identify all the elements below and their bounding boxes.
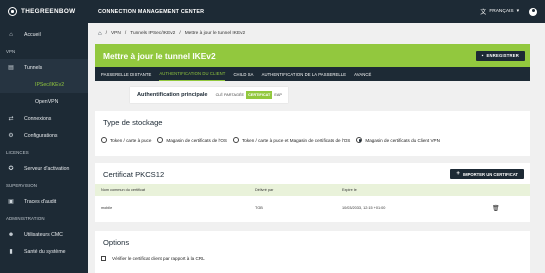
import-certificate-button[interactable]: + IMPORTER UN CERTIFICAT bbox=[450, 169, 524, 179]
sidebar-item-label: Utilisateurs CMC bbox=[24, 231, 63, 238]
home-icon: ⌂ bbox=[9, 31, 13, 38]
column-header-issuer[interactable]: Délivré par bbox=[255, 188, 273, 192]
crl-checkbox-label: Vérifier le certificat client par rappor… bbox=[112, 256, 205, 261]
server-icon: ✪ bbox=[8, 166, 14, 172]
cell-expires: 10/03/2033, 12:15 +01:00 bbox=[342, 206, 386, 210]
radio-icon bbox=[233, 137, 239, 143]
language-selector[interactable]: 文 FRANÇAIS ▾ bbox=[480, 7, 519, 16]
tab-authentification-client[interactable]: AUTHENTIFICATION DU CLIENT bbox=[159, 67, 226, 81]
save-icon: ▪ bbox=[481, 52, 484, 59]
table-header: Nom commun du certificat Délivré par Exp… bbox=[95, 184, 530, 196]
sidebar-item-accueil[interactable]: ⌂ Accueil bbox=[0, 26, 88, 43]
chevron-down-icon: ▾ bbox=[516, 9, 519, 14]
language-label: FRANÇAIS bbox=[489, 9, 514, 14]
save-button[interactable]: ▪ ENREGISTRER bbox=[475, 50, 525, 61]
storage-card: Type de stockage Token / carte à puce Ma… bbox=[95, 111, 530, 156]
breadcrumb-current: Mettre à jour le tunnel IKEv2 bbox=[184, 31, 246, 36]
sidebar-item-label: Traces d'audit bbox=[24, 198, 57, 205]
sidebar-item-label: Accueil bbox=[24, 31, 41, 38]
tab-passerelle-distante[interactable]: PASSERELLE DISTANTE bbox=[101, 67, 151, 81]
sidebar-item-label: Tunnels bbox=[24, 64, 43, 71]
auth-option-eap[interactable]: EAP bbox=[272, 91, 284, 99]
storage-option-token[interactable]: Token / carte à puce bbox=[101, 137, 151, 143]
audit-icon: ▣ bbox=[8, 199, 14, 205]
logo-text: THEGREENBOW bbox=[21, 8, 76, 15]
sidebar: THEGREENBOW ⌂ Accueil VPN ▤ Tunnels IPSe… bbox=[0, 0, 88, 273]
storage-options: Token / carte à puce Magasin de certific… bbox=[95, 137, 530, 143]
gear-icon: ⚙ bbox=[8, 133, 14, 139]
column-header-expires[interactable]: Expire le bbox=[342, 188, 357, 192]
sidebar-item-traces-audit[interactable]: ▣ Traces d'audit bbox=[0, 193, 88, 210]
cell-name: mobile bbox=[101, 206, 113, 210]
radio-icon bbox=[157, 137, 164, 143]
breadcrumb: ⌂ / VPN / Tunnels IPSec/IKEv2 / Mettre à… bbox=[88, 23, 545, 44]
translate-icon: 文 bbox=[480, 10, 487, 16]
plus-icon: + bbox=[456, 171, 460, 177]
auth-method-label: Authentification principale bbox=[137, 92, 208, 98]
options-title: Options bbox=[103, 238, 130, 247]
app-title: CONNECTION MANAGEMENT CENTER bbox=[98, 8, 205, 15]
auth-option-cle-partagee[interactable]: CLÉ PARTAGÉE bbox=[214, 91, 247, 99]
sidebar-item-label: Connexions bbox=[24, 115, 52, 122]
storage-option-client-vpn[interactable]: Magasin de certificats du Client VPN bbox=[356, 137, 440, 143]
page-title: Mettre à jour le tunnel IKEv2 bbox=[103, 50, 216, 61]
breadcrumb-vpn[interactable]: VPN bbox=[111, 31, 121, 36]
storage-title: Type de stockage bbox=[103, 118, 163, 127]
sidebar-section-administration: ADMINISTRATION bbox=[6, 215, 45, 221]
health-icon: ▮ bbox=[9, 249, 13, 255]
storage-option-label: Magasin de certificats du Client VPN bbox=[365, 137, 440, 143]
tab-child-sa[interactable]: CHILD SA bbox=[233, 67, 253, 81]
logo-icon bbox=[8, 7, 17, 16]
auth-method-row: Authentification principale CLÉ PARTAGÉE… bbox=[130, 87, 288, 103]
crl-check-row[interactable]: Vérifier le certificat client par rappor… bbox=[95, 256, 530, 261]
sidebar-item-serveur-activation[interactable]: ✪ Serveur d'activation bbox=[0, 160, 88, 177]
sidebar-item-label: Configurations bbox=[24, 132, 58, 139]
tab-authentification-passerelle[interactable]: AUTHENTIFICATION DE LA PASSERELLE bbox=[262, 67, 347, 81]
cell-issuer: TGB bbox=[255, 206, 263, 210]
auth-option-certificat[interactable]: CERTIFICAT bbox=[246, 91, 273, 99]
sidebar-item-ipsec-ikev2[interactable]: IPSec/IKEv2 bbox=[0, 76, 88, 93]
sidebar-item-utilisateurs-cmc[interactable]: ☻ Utilisateurs CMC bbox=[0, 226, 88, 243]
page-header: Mettre à jour le tunnel IKEv2 ▪ ENREGIST… bbox=[95, 44, 530, 67]
sidebar-item-label: Santé du système bbox=[24, 248, 66, 255]
crl-checkbox[interactable] bbox=[101, 256, 106, 261]
tab-bar: PASSERELLE DISTANTE AUTHENTIFICATION DU … bbox=[95, 67, 530, 81]
user-avatar-icon[interactable] bbox=[529, 7, 537, 16]
radio-icon bbox=[101, 137, 107, 143]
storage-option-token-os[interactable]: Token / carte à puce et Magasin de certi… bbox=[233, 137, 350, 143]
sidebar-item-openvpn[interactable]: OpenVPN bbox=[0, 93, 88, 110]
storage-option-os[interactable]: Magasin de certificats de l'OS bbox=[157, 137, 227, 143]
sidebar-item-label: Serveur d'activation bbox=[24, 165, 70, 172]
radio-selected-icon bbox=[356, 137, 363, 143]
sidebar-item-configurations[interactable]: ⚙ Configurations bbox=[0, 127, 88, 144]
tab-avance[interactable]: AVANCÉ bbox=[354, 67, 371, 81]
tunnel-icon: ▤ bbox=[8, 65, 14, 71]
trash-icon[interactable]: 🗑 bbox=[492, 205, 500, 212]
connections-icon: ⇄ bbox=[8, 116, 14, 122]
sidebar-section-licences: LICENCES bbox=[6, 149, 29, 155]
users-icon: ☻ bbox=[7, 231, 15, 238]
logo: THEGREENBOW bbox=[0, 0, 88, 23]
sidebar-item-sante-systeme[interactable]: ▮ Santé du système bbox=[0, 243, 88, 260]
breadcrumb-sep: / bbox=[105, 31, 107, 36]
sidebar-section-supervision: SUPERVISION bbox=[6, 182, 38, 188]
storage-option-label: Token / carte à puce bbox=[110, 137, 152, 143]
column-header-name[interactable]: Nom commun du certificat bbox=[101, 188, 145, 192]
save-button-label: ENREGISTRER bbox=[486, 53, 519, 58]
table-row[interactable]: mobile TGB 10/03/2033, 12:15 +01:00 🗑 bbox=[95, 196, 530, 220]
options-card: Options Vérifier le certificat client pa… bbox=[95, 231, 530, 273]
storage-option-label: Token / carte à puce et Magasin de certi… bbox=[242, 137, 351, 143]
breadcrumb-sep: / bbox=[179, 31, 181, 36]
auth-method-toggle: CLÉ PARTAGÉE CERTIFICAT EAP bbox=[214, 91, 284, 99]
sidebar-item-connexions[interactable]: ⇄ Connexions bbox=[0, 110, 88, 127]
sidebar-section-vpn: VPN bbox=[6, 48, 16, 54]
sidebar-item-tunnels[interactable]: ▤ Tunnels bbox=[0, 59, 88, 76]
breadcrumb-tunnels[interactable]: Tunnels IPSec/IKEv2 bbox=[130, 31, 175, 36]
breadcrumb-sep: / bbox=[124, 31, 127, 36]
pkcs12-card: Certificat PKCS12 + IMPORTER UN CERTIFIC… bbox=[95, 163, 530, 222]
storage-option-label: Magasin de certificats de l'OS bbox=[166, 137, 227, 143]
top-bar: CONNECTION MANAGEMENT CENTER 文 FRANÇAIS … bbox=[88, 0, 545, 23]
home-icon[interactable]: ⌂ bbox=[98, 31, 102, 37]
import-button-label: IMPORTER UN CERTIFICAT bbox=[462, 171, 518, 177]
